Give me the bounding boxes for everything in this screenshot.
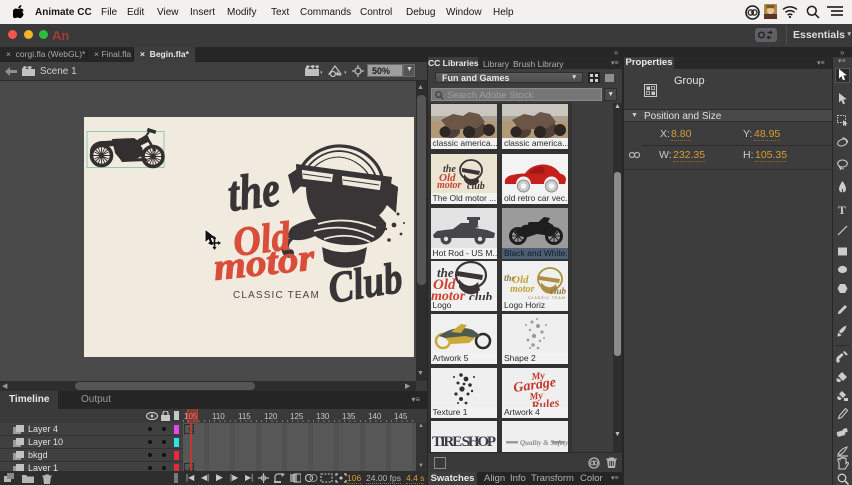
svg-text:Club: Club — [325, 253, 406, 313]
svg-text:club: club — [550, 286, 567, 296]
svg-text:the: the — [225, 160, 283, 222]
svg-text:motor: motor — [212, 236, 318, 288]
svg-text:TIRE SHOP: TIRE SHOP — [432, 434, 496, 450]
svg-text:Quality & Safety: Quality & Safety — [520, 439, 568, 447]
svg-text:motor: motor — [510, 284, 535, 295]
svg-text:club: club — [467, 181, 485, 192]
svg-text:CLASSIC TEAM: CLASSIC TEAM — [233, 290, 321, 301]
svg-text:motor: motor — [437, 180, 462, 191]
